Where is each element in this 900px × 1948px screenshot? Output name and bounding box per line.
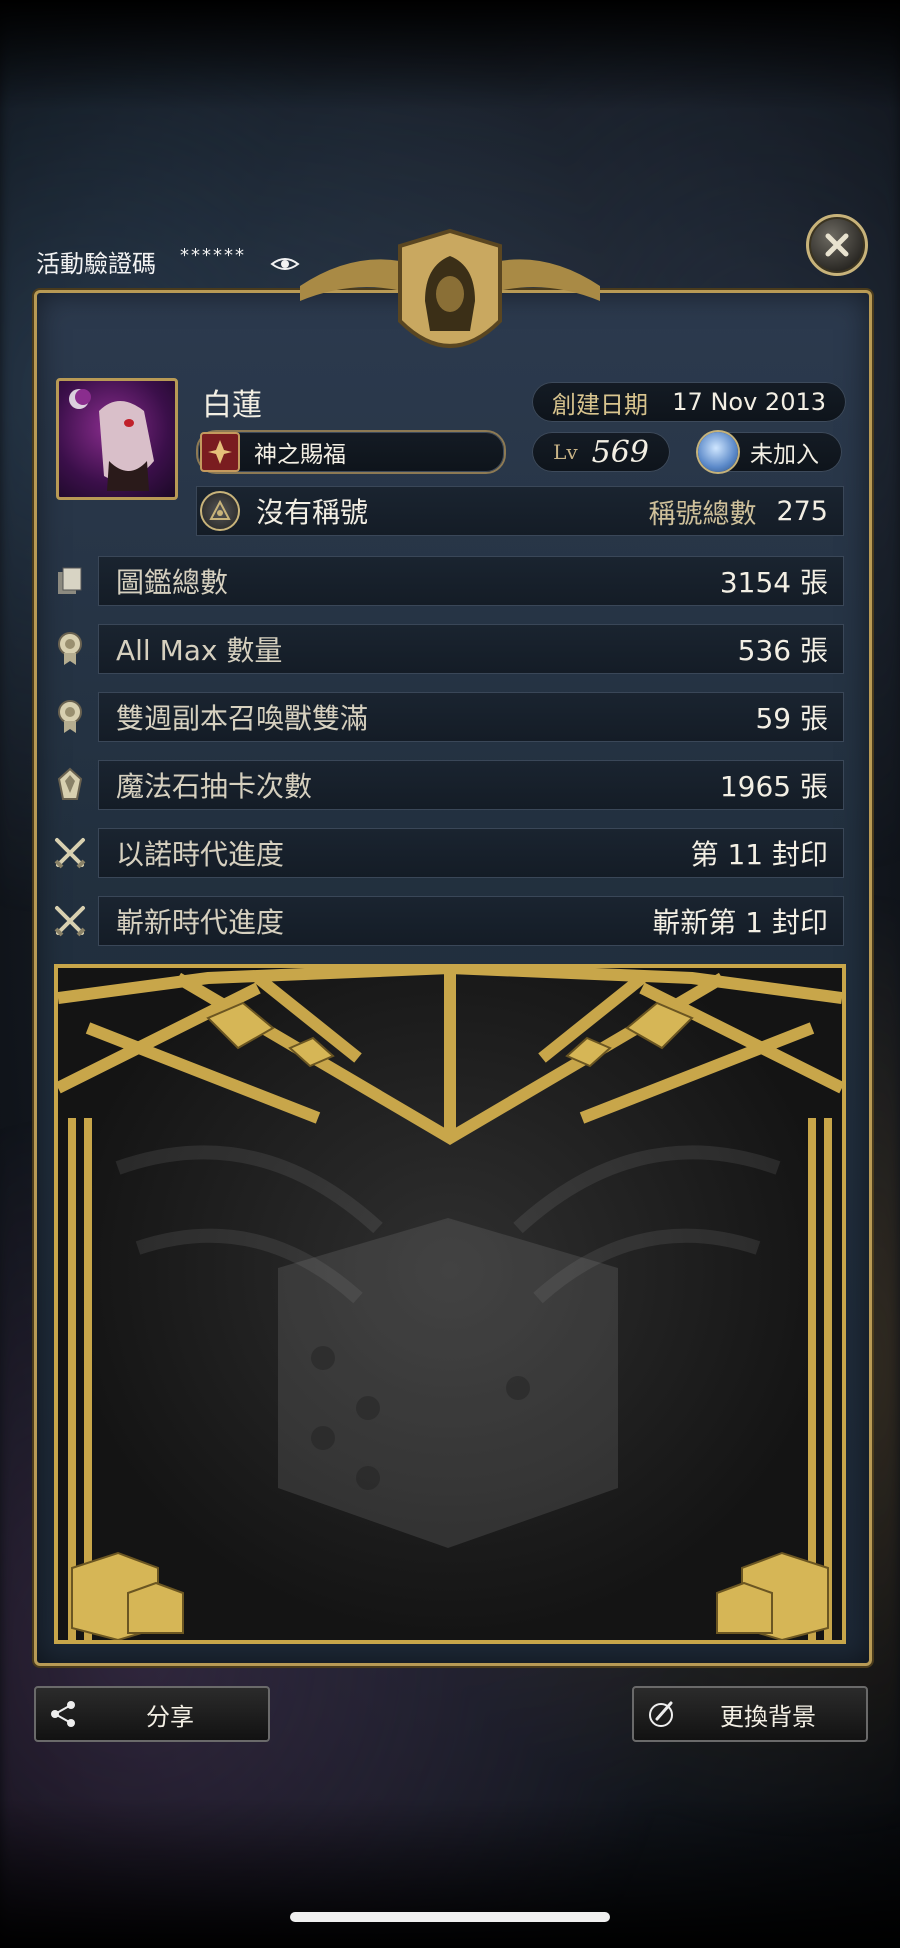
stat-row-collection: 圖鑑總數 3154 張 bbox=[98, 556, 844, 606]
medal-icon bbox=[54, 629, 86, 669]
medal-icon bbox=[54, 697, 86, 737]
profile-background-art bbox=[54, 964, 846, 1644]
blessing-emblem-icon bbox=[200, 432, 240, 472]
title-emblem-icon bbox=[200, 491, 240, 531]
bottom-shade bbox=[0, 1798, 900, 1948]
change-background-button[interactable]: 更換背景 bbox=[632, 1686, 868, 1742]
card-stack-icon bbox=[54, 561, 86, 601]
title-count-value: 275 bbox=[776, 495, 828, 527]
stat-value: 536 張 bbox=[737, 634, 828, 667]
guild-icon bbox=[698, 432, 738, 472]
stat-label: 圖鑑總數 bbox=[116, 566, 229, 599]
verification-code: 活動驗證碼 ****** bbox=[36, 244, 300, 279]
stat-row-biweekly: 雙週副本召喚獸雙滿 59 張 bbox=[98, 692, 844, 742]
stat-value: 1965 張 bbox=[719, 770, 828, 803]
stat-value: 3154 張 bbox=[719, 566, 828, 599]
player-name: 白蓮 bbox=[202, 388, 262, 423]
top-shade bbox=[0, 0, 900, 110]
magic-stone-icon bbox=[54, 765, 86, 805]
stat-value: 59 張 bbox=[755, 702, 828, 735]
creation-date-label: 創建日期 bbox=[552, 390, 648, 419]
current-title: 沒有稱號 bbox=[256, 496, 369, 529]
level-value: 569 bbox=[591, 434, 649, 470]
stat-label: All Max 數量 bbox=[116, 634, 283, 667]
stat-row-allmax: All Max 數量 536 張 bbox=[98, 624, 844, 674]
crossed-swords-icon bbox=[54, 901, 86, 941]
verification-masked-code: ****** bbox=[180, 245, 246, 266]
guild-status: 未加入 bbox=[750, 442, 819, 468]
share-button[interactable]: 分享 bbox=[34, 1686, 270, 1742]
title-row[interactable]: 沒有稱號 稱號總數 275 bbox=[196, 486, 844, 536]
stat-row-enoch-progress: 以諾時代進度 第 11 封印 bbox=[98, 828, 844, 878]
brush-icon bbox=[634, 1699, 690, 1729]
stat-label: 嶄新時代進度 bbox=[116, 906, 285, 939]
guild-badge[interactable]: 未加入 bbox=[696, 432, 842, 472]
stat-value: 嶄新第 1 封印 bbox=[652, 906, 828, 939]
creation-date: 創建日期 17 Nov 2013 bbox=[532, 382, 846, 422]
change-background-label: 更換背景 bbox=[720, 1702, 816, 1731]
title-count-label: 稱號總數 bbox=[648, 498, 757, 530]
eye-icon[interactable] bbox=[270, 252, 300, 272]
share-button-label: 分享 bbox=[146, 1702, 194, 1731]
crossed-swords-icon bbox=[54, 833, 86, 873]
close-icon bbox=[825, 233, 849, 257]
hooded-crest-emblem bbox=[300, 228, 600, 348]
stat-label: 魔法石抽卡次數 bbox=[116, 770, 313, 803]
verification-label: 活動驗證碼 bbox=[36, 250, 156, 278]
level-badge: Lv 569 bbox=[532, 432, 670, 472]
blessing-badge[interactable]: 神之賜福 bbox=[196, 430, 506, 474]
share-icon bbox=[36, 1699, 92, 1729]
stat-label: 雙週副本召喚獸雙滿 bbox=[116, 702, 369, 735]
avatar[interactable] bbox=[56, 378, 178, 500]
creation-date-value: 17 Nov 2013 bbox=[672, 388, 826, 416]
level-label: Lv bbox=[553, 440, 578, 464]
blessing-label: 神之賜福 bbox=[254, 442, 346, 468]
close-button[interactable] bbox=[806, 214, 868, 276]
stat-row-draws: 魔法石抽卡次數 1965 張 bbox=[98, 760, 844, 810]
stat-row-new-era-progress: 嶄新時代進度 嶄新第 1 封印 bbox=[98, 896, 844, 946]
stat-label: 以諾時代進度 bbox=[116, 838, 285, 871]
stat-value: 第 11 封印 bbox=[690, 838, 828, 871]
home-indicator[interactable] bbox=[290, 1912, 610, 1922]
